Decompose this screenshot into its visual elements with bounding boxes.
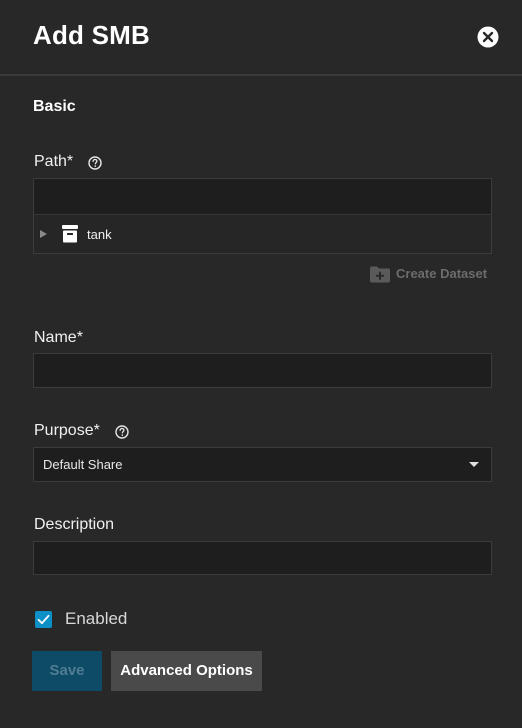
section-title-basic: Basic xyxy=(33,98,76,115)
panel-title: Add SMB xyxy=(33,20,150,50)
required-mark: * xyxy=(66,153,74,170)
description-input[interactable] xyxy=(33,541,492,575)
tree-item-label: tank xyxy=(87,227,112,242)
name-label-text: Name xyxy=(34,329,77,346)
help-icon[interactable] xyxy=(115,425,129,439)
close-icon[interactable] xyxy=(477,26,499,48)
create-dataset-label: Create Dataset xyxy=(396,266,488,281)
purpose-select[interactable]: Default Share xyxy=(33,447,492,482)
description-label: Description xyxy=(34,516,115,533)
required-mark: * xyxy=(93,422,100,439)
save-button[interactable]: Save xyxy=(32,651,102,691)
advanced-options-button[interactable]: Advanced Options xyxy=(111,651,262,691)
panel-header: Add SMB xyxy=(0,0,522,76)
name-label: Name* xyxy=(34,329,83,347)
folder-plus-icon xyxy=(369,265,391,283)
required-mark: * xyxy=(76,329,83,346)
purpose-selected-value: Default Share xyxy=(43,457,123,472)
expand-arrow-icon[interactable] xyxy=(40,230,47,238)
path-label-text: Path xyxy=(34,153,67,170)
enabled-label: Enabled xyxy=(65,609,128,628)
path-label: Path* xyxy=(34,153,73,171)
help-icon[interactable] xyxy=(88,156,102,170)
purpose-label: Purpose* xyxy=(34,422,100,440)
dropdown-caret-icon xyxy=(469,462,479,467)
checkmark-icon xyxy=(37,614,50,625)
dataset-icon xyxy=(60,224,80,244)
path-input[interactable] xyxy=(33,178,492,215)
purpose-label-text: Purpose xyxy=(34,422,94,439)
tree-item-tank[interactable]: tank xyxy=(33,214,492,254)
name-input[interactable] xyxy=(33,353,492,388)
enabled-checkbox[interactable] xyxy=(35,611,52,628)
